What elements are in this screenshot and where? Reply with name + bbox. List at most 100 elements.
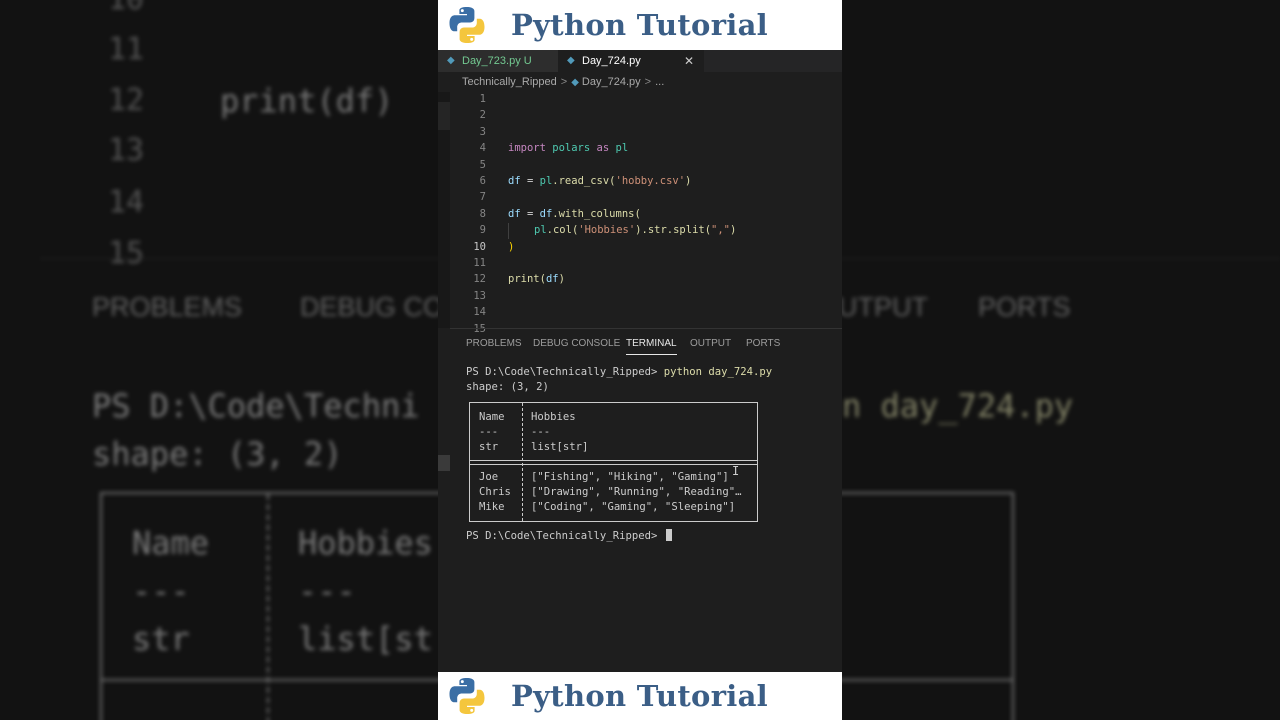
code-text: import polars as pl [508,140,628,156]
terminal-line: shape: (3, 2) [466,381,549,393]
tab-day-723[interactable]: ◆ Day_723.py U [438,50,566,72]
code-paren: ) [685,175,692,187]
tab-day-724[interactable]: ◆ Day_724.py ✕ [558,50,704,72]
bg-line-number: 11 [108,32,145,67]
bg-tab: PROBLEMS [92,292,243,322]
code-line: 5 [438,157,842,173]
line-number: 10 [473,240,486,253]
breadcrumb-more[interactable]: ... [655,76,664,88]
code-var: df [508,175,521,187]
line-number: 6 [479,175,486,187]
code-line: 4 import polars as pl [438,140,842,156]
tab-label: Day_724.py [582,55,641,67]
table-cell: Chris [479,486,511,498]
code-paren: ) [558,273,565,286]
line-number: 3 [479,125,486,138]
line-number: 13 [473,289,486,302]
terminal-prompt: PS D:\Code\Technically_Ripped> [466,530,664,542]
bg-line-number: 10 [108,0,144,17]
banner-bottom: Python Tutorial [438,672,842,720]
tab-problems[interactable]: PROBLEMS [466,338,522,354]
code-str: 'Hobbies' [578,224,636,237]
code-line: 6 df = pl.read_csv('hobby.csv') [438,173,842,189]
bg-cell: --- [298,572,356,610]
tab-label: Day_723.py U [462,55,532,67]
line-number: 4 [479,142,486,155]
code-op: = [520,207,540,220]
line-number: 11 [473,257,486,269]
code-text: pl.col('Hobbies').str.split(",") [534,222,736,238]
tab-terminal[interactable]: TERMINAL [626,338,677,355]
text-cursor-icon: I [732,464,740,478]
code-text: ) [508,239,514,255]
tab-debug-console[interactable]: DEBUG CONSOLE [533,338,620,354]
bg-table-vsep [267,494,269,720]
code-editor[interactable]: 1 2 3 4 import polars as pl 5 6 df = pl.… [438,92,842,335]
close-icon[interactable]: ✕ [684,50,694,72]
line-number: 12 [473,273,486,286]
tab-output[interactable]: OUTPUT [690,338,731,354]
table-cell: Joe [479,471,499,483]
bg-cell: Name [132,524,210,562]
terminal-cursor [665,529,672,541]
panel-tabs: PROBLEMS DEBUG CONSOLE TERMINAL OUTPUT P… [438,338,842,355]
code-var: df [545,273,559,286]
line-number: 5 [479,158,486,171]
vscode-window: Python Tutorial ◆ Day_723.py U ◆ Day_724… [438,0,842,720]
breadcrumb-folder[interactable]: Technically_Ripped [462,76,557,88]
chevron-right-icon: > [560,76,568,88]
bg-tab: PORTS [978,292,1071,322]
bg-terminal: PS D:\Code\Techni shape: (3, 2) [92,382,420,478]
table-cell: Mike [479,501,505,513]
python-logo-icon [449,7,485,43]
code-line: 12 print(df) [438,271,842,287]
panel-divider [450,328,842,329]
bg-cell: --- [132,572,190,610]
bg-line-number: 13 [108,133,145,168]
code-obj: df [539,207,553,220]
table-cell: ["Fishing", "Hiking", "Gaming"] [531,471,729,483]
code-line: 3 [438,124,842,140]
python-file-icon: ◆ [447,55,455,66]
breadcrumb-file[interactable]: Day_724.py [582,76,641,88]
line-number: 1 [479,93,486,105]
table-cell: ["Drawing", "Running", "Reading"… [531,486,742,498]
code-text: print(df) [508,271,565,287]
terminal-line: PS D:\Code\Technically_Ripped> [466,529,672,544]
header-hobbies: Hobbies [531,411,576,423]
code-fn: ).str.split( [635,224,712,237]
code-fn: .col( [546,224,579,237]
code-str: "," [711,224,730,237]
bg-terminal-right: n day_724.py [842,382,1073,430]
code-line: 2 [438,107,842,123]
python-file-icon: ◆ [571,77,579,88]
dataframe-table: Name --- str Hobbies --- list[str] Joe [… [469,402,758,522]
tab-ports[interactable]: PORTS [746,338,780,354]
line-number: 2 [479,109,486,122]
line-number: 14 [473,306,486,319]
header-hobbies-rule: --- [531,426,551,438]
code-obj: pl [539,175,553,187]
header-name-dtype: str [479,441,499,453]
header-name-rule: --- [479,426,499,438]
code-fn: .read_csv( [552,175,616,187]
code-line: 11 [438,255,842,271]
bg-code: print(df) [220,82,394,120]
activity-mark [438,455,450,471]
bg-cell: str [132,620,190,658]
python-file-icon: ◆ [567,55,575,66]
code-paren: ) [508,240,515,253]
keyword-as: as [596,142,610,155]
bg-cell: Hobbies [298,524,433,562]
code-line: 8 df = df.with_columns( [438,206,842,222]
bg-line-number: 12 [108,83,145,118]
code-text: df = df.with_columns( [508,206,641,222]
code-fn: .with_columns( [552,207,641,220]
bg-line-number: 15 [108,236,145,271]
code-line: 13 [438,288,842,304]
table-cell: ["Coding", "Gaming", "Sleeping"] [531,501,736,513]
code-fn: print( [508,273,546,286]
banner-title: Python Tutorial [511,8,769,42]
header-name: Name [479,411,505,423]
module-name: polars [552,142,591,155]
